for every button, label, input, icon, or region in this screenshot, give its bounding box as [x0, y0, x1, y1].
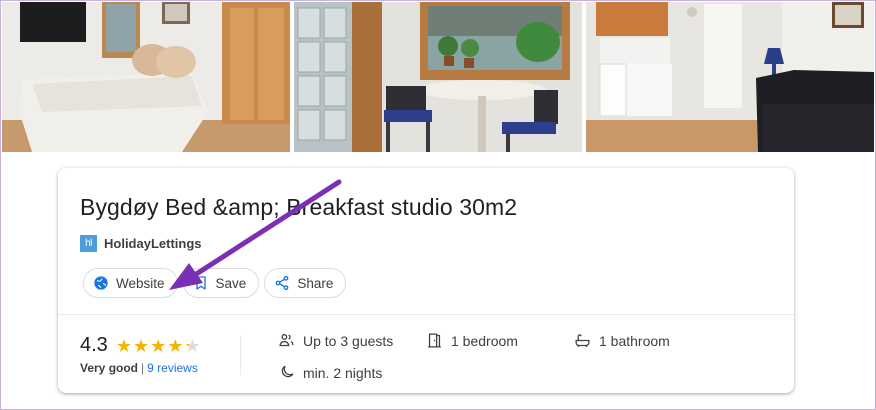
listing-title: Bygdøy Bed &amp; Breakfast studio 30m2: [80, 194, 518, 220]
bathtub-icon: [575, 334, 590, 348]
guests-label: Up to 3 guests: [303, 332, 394, 349]
feature-bathrooms: 1 bathroom: [574, 332, 670, 349]
rating-summary: 4.3 ★ ★ ★ ★ ★ Very good | 9 reviews: [80, 334, 201, 375]
photo-gallery: [2, 2, 874, 152]
action-buttons: Website Save Share: [83, 268, 347, 298]
website-label: Website: [116, 275, 165, 291]
provider-link[interactable]: hl HolidayLettings: [80, 235, 202, 252]
rating-separator: |: [141, 361, 145, 375]
feature-bedrooms: 1 bedroom: [426, 332, 518, 349]
save-label: Save: [215, 275, 247, 291]
share-label: Share: [297, 275, 334, 291]
star-icon: ★: [150, 335, 167, 356]
feature-min-nights: min. 2 nights: [278, 364, 382, 381]
star-rating: ★ ★ ★ ★ ★: [116, 337, 201, 355]
globe-icon: [94, 276, 108, 290]
provider-name: HolidayLettings: [104, 236, 202, 251]
kitchen-living-photo[interactable]: [586, 2, 874, 152]
rating-quality: Very good: [80, 361, 139, 375]
min-nights-label: min. 2 nights: [303, 364, 383, 381]
vertical-divider: [240, 335, 241, 375]
bedroom-photo[interactable]: [2, 2, 290, 152]
website-button[interactable]: Website: [83, 268, 178, 298]
share-button[interactable]: Share: [264, 268, 347, 298]
listing-card: Bygdøy Bed &amp; Breakfast studio 30m2 h…: [58, 168, 794, 393]
guests-icon: [279, 334, 294, 347]
feature-guests: Up to 3 guests: [278, 332, 393, 349]
divider: [58, 314, 794, 315]
rating-value: 4.3: [80, 334, 108, 356]
dining-nook-photo[interactable]: [294, 2, 582, 152]
reviews-link[interactable]: 9 reviews: [147, 361, 198, 375]
share-icon: [275, 275, 289, 291]
moon-icon: [281, 365, 294, 378]
star-icon: ★: [184, 335, 201, 356]
provider-logo: hl: [80, 235, 97, 252]
star-icon: ★: [115, 335, 132, 356]
bookmark-icon: [195, 276, 206, 290]
bathrooms-label: 1 bathroom: [599, 332, 670, 349]
save-button[interactable]: Save: [182, 268, 260, 298]
star-icon: ★: [132, 335, 150, 356]
door-icon: [428, 333, 441, 348]
bedrooms-label: 1 bedroom: [451, 332, 518, 349]
star-icon: ★: [167, 335, 184, 356]
